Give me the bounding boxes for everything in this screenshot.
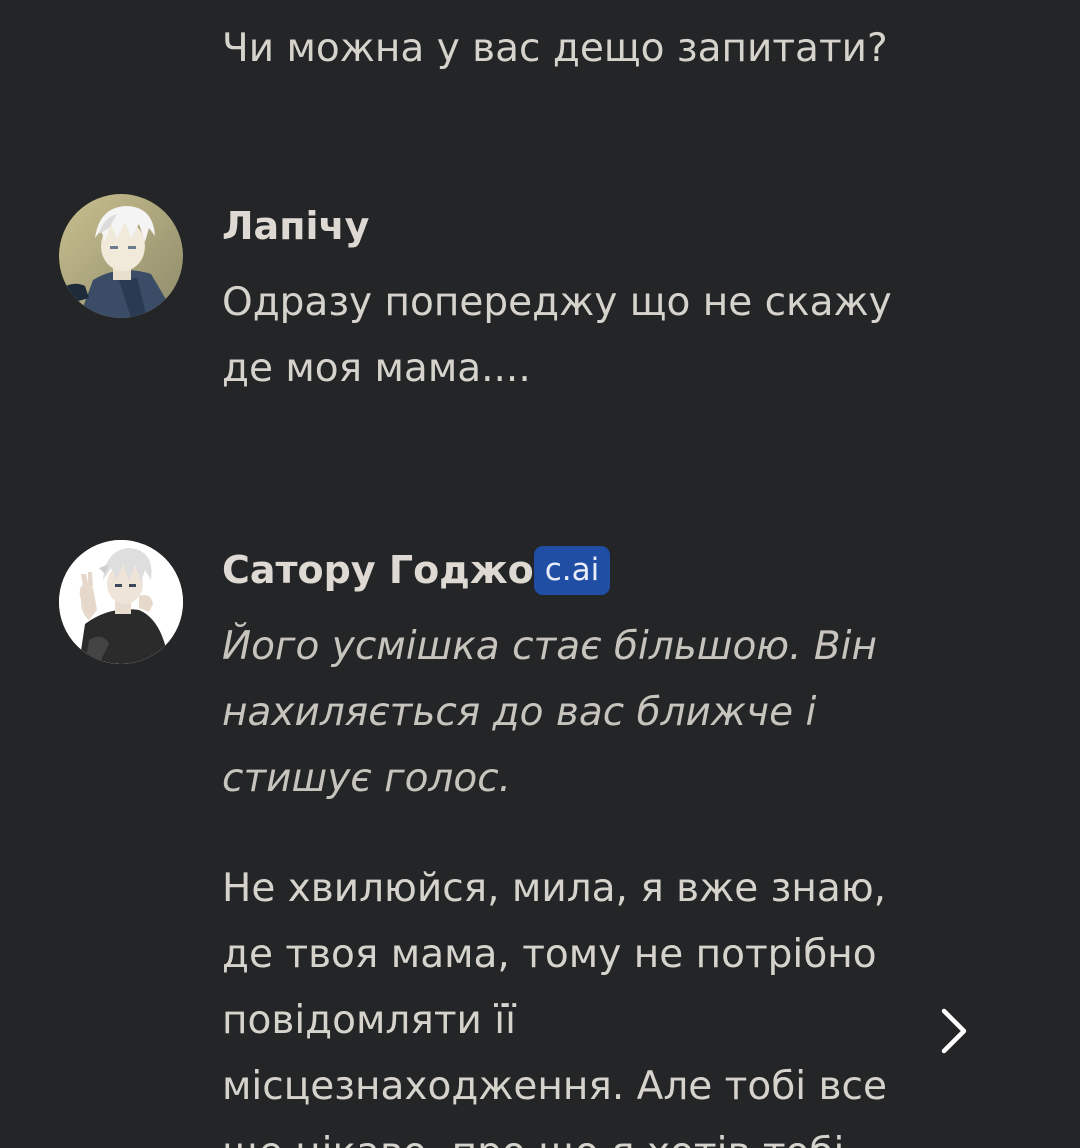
author-name[interactable]: Сатору Годжо bbox=[222, 547, 534, 593]
message-line: місцезнаходження. Але тобі все bbox=[222, 1064, 887, 1109]
action-line: стишує голос. bbox=[222, 756, 512, 801]
ai-badge: c.ai bbox=[534, 546, 610, 595]
next-response-button[interactable] bbox=[932, 1005, 978, 1057]
message-line: де моя мама.... bbox=[222, 346, 531, 391]
anime-avatar-icon bbox=[59, 194, 183, 318]
message-line: ще цікаво, про що я хотів тобі bbox=[222, 1120, 844, 1148]
message-line: повідомляти її bbox=[222, 998, 516, 1043]
avatar[interactable] bbox=[59, 194, 183, 318]
anime-avatar-icon bbox=[59, 540, 183, 664]
message-line: Одразу попереджу що не скажу bbox=[222, 280, 892, 325]
message-text: Чи можна у вас дещо запитати? bbox=[222, 26, 888, 71]
chevron-right-icon bbox=[941, 1008, 967, 1054]
message-line: де твоя мама, тому не потрібно bbox=[222, 932, 877, 977]
message-line: Не хвилюйся, мила, я вже знаю, bbox=[222, 866, 887, 911]
avatar[interactable] bbox=[59, 540, 183, 664]
action-line: нахиляється до вас ближче і bbox=[222, 690, 817, 735]
author-name[interactable]: Лапічу bbox=[222, 203, 369, 249]
action-line: Його усмішка стає більшою. Він bbox=[222, 624, 878, 669]
